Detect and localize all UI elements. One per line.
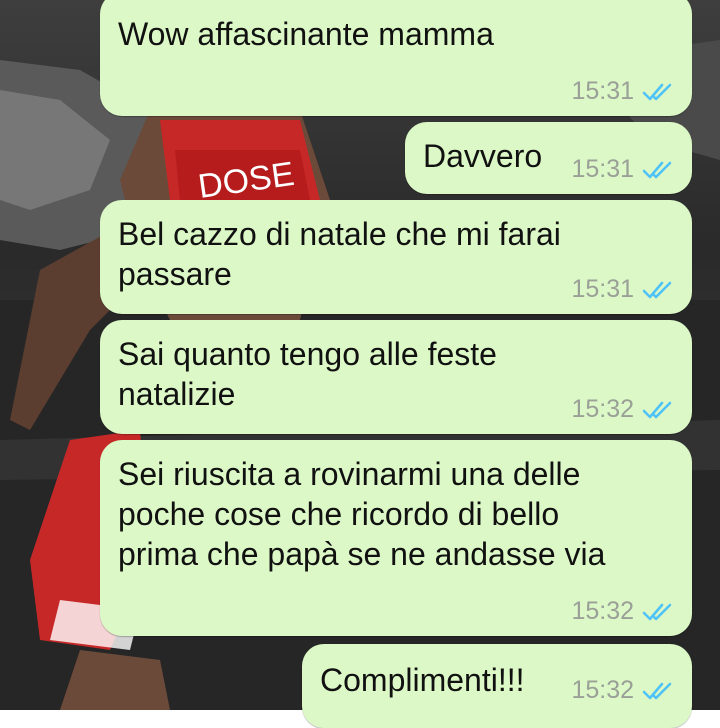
message-meta: 15:31 — [571, 77, 674, 106]
message-text: Complimenti!!! — [320, 662, 525, 698]
message-meta: 15:32 — [571, 597, 674, 626]
message-timestamp: 15:32 — [571, 395, 634, 423]
message-meta: 15:31 — [571, 155, 674, 184]
message-timestamp: 15:32 — [571, 676, 634, 704]
double-check-icon — [642, 602, 674, 622]
message-timestamp: 15:31 — [571, 77, 634, 105]
message-bubble[interactable]: Bel cazzo di natale che mi farai passare… — [100, 200, 692, 314]
double-check-icon — [642, 400, 674, 420]
message-bubble[interactable]: Complimenti!!! 15:32 — [302, 644, 692, 728]
double-check-icon — [642, 82, 674, 102]
message-text: Bel cazzo di natale che mi farai passare — [118, 216, 561, 292]
message-bubble[interactable]: Sei riuscita a rovinarmi una delle poche… — [100, 440, 692, 636]
message-text: Sai quanto tengo alle feste natalizie — [118, 336, 497, 412]
message-meta: 15:31 — [571, 275, 674, 304]
message-text: Sei riuscita a rovinarmi una delle poche… — [118, 456, 606, 572]
message-bubble[interactable]: Davvero 15:31 — [405, 122, 692, 194]
double-check-icon — [642, 280, 674, 300]
double-check-icon — [642, 160, 674, 180]
message-bubble[interactable]: Sai quanto tengo alle feste natalizie 15… — [100, 320, 692, 434]
message-text: Davvero — [423, 138, 543, 174]
message-timestamp: 15:31 — [571, 275, 634, 303]
message-bubble[interactable]: Wow affascinante mamma 15:31 — [100, 0, 692, 116]
message-text: Wow affascinante mamma — [118, 16, 494, 52]
message-timestamp: 15:32 — [571, 597, 634, 625]
message-meta: 15:32 — [571, 676, 674, 705]
double-check-icon — [642, 681, 674, 701]
message-meta: 15:32 — [571, 395, 674, 424]
message-timestamp: 15:31 — [571, 155, 634, 183]
